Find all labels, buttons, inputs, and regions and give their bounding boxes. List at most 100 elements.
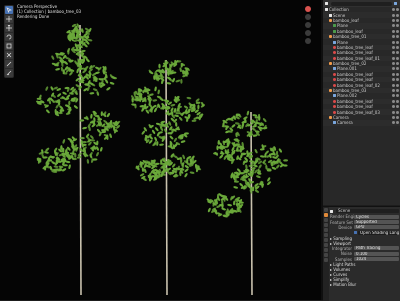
zoom-icon[interactable] (305, 14, 311, 20)
property-value-field[interactable]: 1024 (354, 257, 399, 262)
eye-icon[interactable] (392, 29, 395, 33)
eye-icon[interactable] (392, 45, 395, 49)
eye-icon[interactable] (392, 56, 395, 60)
eye-icon[interactable] (392, 116, 395, 119)
camera-icon[interactable] (396, 121, 399, 125)
checkbox-label[interactable]: Open Shading Language (358, 230, 399, 235)
visibility-toggles (392, 40, 400, 44)
eye-icon[interactable] (392, 105, 395, 109)
outliner-mode-icon[interactable] (325, 2, 328, 5)
camera-icon[interactable] (396, 35, 399, 39)
property-value-field[interactable]: Path Tracing (354, 246, 399, 251)
bamboo-tree-3-leaf (212, 201, 215, 207)
view-layer-tab-icon[interactable] (324, 223, 328, 227)
bamboo-tree-3-stem (250, 111, 253, 296)
panel-section-header[interactable]: ▸ Motion Blur (330, 282, 399, 287)
camera-icon[interactable] (396, 8, 399, 12)
camera-icon[interactable] (396, 72, 399, 76)
select-tool-button[interactable] (5, 6, 13, 14)
bamboo-tree-2-leaf (179, 67, 182, 73)
camera-icon[interactable] (396, 29, 399, 33)
object-tab-icon[interactable] (324, 238, 328, 242)
eye-icon[interactable] (392, 78, 395, 82)
camera-icon[interactable] (396, 56, 399, 60)
modifier-tab-icon[interactable] (324, 243, 328, 247)
eye-icon[interactable] (392, 99, 395, 103)
particles-tab-icon[interactable] (324, 248, 328, 252)
eye-icon[interactable] (392, 40, 395, 44)
camera-icon[interactable] (396, 18, 399, 22)
outliner-panel: Collection Scene bamboo_leaf Plane bamboo_le… (323, 0, 400, 205)
tool-tab-icon[interactable] (324, 208, 328, 212)
eye-icon[interactable] (392, 83, 395, 87)
outliner-row[interactable]: Camera (323, 120, 400, 126)
camera-icon[interactable] (396, 83, 399, 87)
material-tab-icon[interactable] (324, 258, 328, 262)
annotate-tool-button[interactable] (5, 60, 13, 68)
eye-icon[interactable] (392, 62, 395, 66)
eye-icon[interactable] (392, 110, 395, 114)
camera-icon[interactable] (396, 45, 399, 49)
pan-icon[interactable] (305, 22, 311, 28)
eye-icon[interactable] (392, 67, 395, 71)
particles-icon (333, 83, 336, 87)
eye-icon[interactable] (392, 18, 395, 22)
eye-icon[interactable] (392, 94, 395, 98)
camera-icon[interactable] (396, 13, 399, 17)
measure-tool-button[interactable] (5, 69, 13, 77)
checkbox[interactable] (354, 231, 357, 235)
outliner-search-input[interactable] (331, 1, 392, 6)
property-value-field[interactable]: Cycles (354, 214, 399, 219)
property-value-field[interactable]: 0.100 (354, 251, 399, 256)
camera-icon[interactable] (396, 24, 399, 28)
camera-icon[interactable] (396, 116, 399, 119)
3d-viewport[interactable]: Camera Perspective (1) Collection | bamb… (0, 0, 321, 300)
property-row: Noise 0.100 (330, 251, 399, 256)
physics-tab-icon[interactable] (324, 253, 328, 257)
move-tool-button[interactable] (5, 24, 13, 32)
navigation-gizmo[interactable] (301, 4, 315, 46)
camera-icon[interactable] (396, 110, 399, 114)
eye-icon[interactable] (392, 13, 395, 17)
camera-icon[interactable] (396, 40, 399, 44)
eye-icon[interactable] (392, 121, 395, 125)
bamboo-tree-1-leaf (104, 66, 107, 71)
transform-tool-button[interactable] (5, 51, 13, 59)
property-value-field[interactable]: Supported (354, 220, 399, 225)
cursor-tool-button[interactable] (5, 15, 13, 23)
output-tab-icon[interactable] (324, 218, 328, 222)
camera-view-icon[interactable] (305, 30, 311, 36)
eye-icon[interactable] (392, 89, 395, 93)
scale-tool-button[interactable] (5, 42, 13, 50)
axis-x-icon[interactable] (305, 6, 311, 12)
camera-icon[interactable] (396, 94, 399, 98)
particles-icon (333, 110, 336, 114)
grid-icon[interactable] (305, 38, 311, 44)
render-tab-icon[interactable] (324, 213, 328, 217)
eye-icon[interactable] (392, 35, 395, 39)
rotate-tool-button[interactable] (5, 33, 13, 41)
bamboo-tree-3-leaf (278, 148, 282, 153)
eye-icon[interactable] (392, 24, 395, 28)
measure-icon (6, 70, 12, 76)
scene-tab-icon[interactable] (324, 228, 328, 232)
bamboo-tree-3-leaf (246, 110, 250, 116)
camera-icon[interactable] (396, 105, 399, 109)
bamboo-tree-1-leaf (62, 139, 66, 144)
world-tab-icon[interactable] (324, 233, 328, 237)
camera-icon[interactable] (396, 67, 399, 71)
eye-icon[interactable] (392, 51, 395, 55)
eye-icon[interactable] (392, 72, 395, 76)
outliner-row-label: bamboo_tree_leaf (337, 77, 373, 83)
camera-icon[interactable] (396, 89, 399, 93)
eye-icon[interactable] (392, 8, 395, 12)
camera-icon[interactable] (396, 51, 399, 55)
camera-icon[interactable] (396, 99, 399, 103)
property-value-field[interactable]: GPU (354, 225, 399, 230)
filter-icon[interactable] (394, 2, 397, 5)
particles-icon (333, 99, 336, 103)
bamboo-tree-1-leaf (55, 68, 60, 71)
camera-icon[interactable] (396, 62, 399, 66)
bamboo-tree-2-leaf (175, 79, 181, 83)
camera-icon[interactable] (396, 78, 399, 82)
